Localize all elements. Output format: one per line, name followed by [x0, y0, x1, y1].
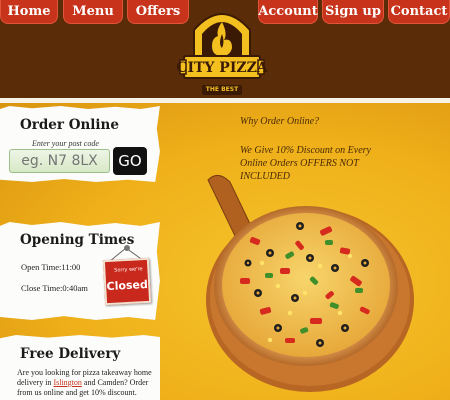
nav-contact-button[interactable]: Contact — [388, 0, 450, 24]
closed-sign-small-text: Sorry we're — [114, 266, 143, 274]
closed-sign: Sorry we're Closed — [102, 257, 152, 306]
nail-icon — [124, 245, 130, 251]
nav-signup-button[interactable]: Sign up — [322, 0, 384, 24]
opening-times-title: Opening Times — [20, 232, 135, 248]
logo-name: CITY PIZZA — [176, 60, 268, 76]
go-button[interactable]: GO — [113, 147, 147, 175]
nav-menu-button[interactable]: Menu — [63, 0, 123, 24]
order-online-title: Order Online — [20, 117, 119, 133]
free-delivery-title: Free Delivery — [20, 346, 121, 362]
open-time-text: Open Time:11:00 — [21, 262, 81, 272]
promo-heading: Why Order Online? — [240, 116, 320, 127]
islington-link[interactable]: Islington — [53, 378, 81, 387]
postcode-input[interactable] — [9, 149, 110, 173]
pizza-image — [206, 175, 414, 392]
postcode-label: Enter your post code — [32, 139, 99, 148]
nav-home-button[interactable]: Home — [0, 0, 58, 24]
flame-oven-logo-icon — [179, 13, 265, 79]
logo-tagline: THE BEST — [202, 85, 242, 95]
free-delivery-text: Are you looking for pizza takeaway home … — [17, 368, 159, 398]
closed-sign-text: Closed — [106, 277, 149, 294]
city-pizza-logo[interactable]: CITY PIZZA THE BEST — [172, 0, 272, 98]
close-time-text: Close Time:0:40am — [21, 283, 88, 293]
